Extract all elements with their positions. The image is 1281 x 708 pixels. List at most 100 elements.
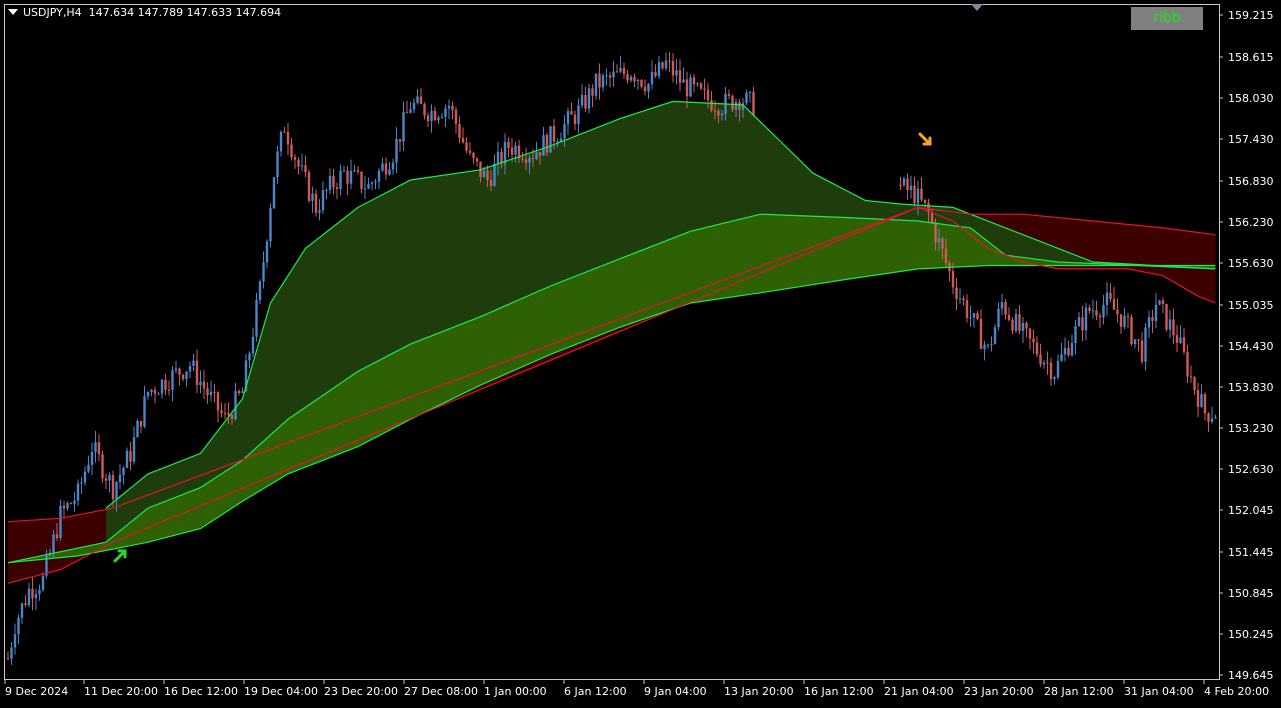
candle-body [647, 84, 650, 92]
candle-body [682, 79, 685, 83]
candle-body [321, 190, 325, 211]
candle-body [1112, 299, 1116, 310]
candle-body [255, 300, 258, 337]
candle-body [633, 76, 636, 82]
candle-body [713, 110, 717, 112]
candle-body [465, 142, 468, 151]
candle-body [1074, 326, 1077, 343]
candle-body [514, 145, 517, 155]
candle-body [353, 170, 356, 172]
candle-body [587, 88, 591, 109]
y-tick-label: 158.030 [1228, 92, 1274, 105]
x-tick-label: 11 Dec 20:00 [84, 685, 158, 698]
candle-body [62, 505, 66, 509]
candle-body [608, 75, 612, 78]
candle-body [367, 184, 370, 189]
candle-body [1021, 322, 1025, 331]
x-tick-label: 9 Jan 04:00 [644, 685, 707, 698]
y-axis: 159.215 158.615 158.030 157.430 156.830 156.2… [1219, 9, 1274, 682]
candle-body [909, 185, 913, 191]
candle-body [503, 141, 507, 164]
x-axis: 9 Dec 2024 11 Dec 20:00 16 Dec 12:00 19 Dec… [4, 679, 1269, 698]
y-tick-label: 150.245 [1228, 628, 1274, 641]
x-tick-label: 21 Jan 04:00 [884, 685, 954, 698]
candle-body [1186, 351, 1189, 377]
y-tick-label: 158.615 [1228, 51, 1274, 64]
candle-body [272, 177, 276, 209]
candle-body [1203, 394, 1207, 414]
candle-body [419, 96, 423, 104]
candle-body [944, 248, 948, 263]
candle-body [153, 389, 157, 394]
candle-body [1018, 313, 1021, 331]
sell-arrow-icon [918, 132, 932, 146]
x-tick-label: 4 Feb 20:00 [1204, 685, 1269, 698]
candle-body [276, 151, 279, 178]
candle-body [1109, 292, 1112, 300]
candle-body [286, 131, 290, 145]
dropdown-triangle-icon[interactable] [8, 9, 18, 15]
y-tick-label: 150.845 [1228, 587, 1274, 600]
candle-body [507, 141, 510, 148]
candle-body [38, 589, 41, 595]
candle-body [1025, 322, 1028, 329]
candle-body [101, 454, 104, 479]
candle-body [1011, 319, 1014, 331]
candle-body [258, 281, 262, 301]
candle-body [703, 88, 706, 90]
candle-body [150, 389, 153, 393]
candle-body [416, 96, 419, 103]
candle-body [657, 62, 661, 77]
candle-body [731, 95, 734, 110]
candle-body [440, 116, 444, 118]
price-chart[interactable]: 159.215 158.615 158.030 157.430 156.830 156.2… [0, 0, 1281, 708]
candle-body [1081, 317, 1084, 331]
candle-body [678, 70, 682, 83]
candle-body [951, 271, 955, 288]
candle-body [237, 391, 241, 394]
candle-body [976, 313, 979, 320]
candle-body [542, 135, 545, 156]
candle-body [738, 101, 741, 110]
candle-body [958, 298, 962, 300]
candle-body [111, 475, 115, 500]
candle-body [1175, 335, 1179, 343]
y-tick-label: 153.830 [1228, 381, 1274, 394]
candle-body [195, 360, 199, 386]
candle-body [752, 91, 755, 116]
y-tick-label: 151.445 [1228, 546, 1274, 559]
candle-body [31, 588, 34, 599]
candle-body [664, 60, 668, 69]
candle-body [563, 123, 566, 139]
candle-body [475, 158, 479, 162]
candle-body [10, 647, 13, 659]
candle-body [472, 152, 475, 159]
candle-body [423, 103, 426, 116]
candle-body [437, 117, 440, 121]
candle-body [395, 139, 398, 163]
candle-body [318, 210, 321, 213]
candle-body [920, 188, 923, 200]
candle-body [122, 467, 125, 475]
candle-body [955, 287, 958, 299]
candle-body [1193, 377, 1196, 391]
x-tick-label: 31 Jan 04:00 [1124, 685, 1194, 698]
candle-body [83, 471, 87, 483]
candle-body [307, 172, 311, 201]
x-tick-label: 27 Dec 08:00 [404, 685, 478, 698]
candle-body [199, 381, 202, 386]
candle-body [293, 157, 297, 160]
candle-body [447, 105, 451, 109]
candle-body [937, 238, 941, 243]
candle-body [1000, 302, 1004, 309]
candle-body [1158, 300, 1161, 305]
candle-body [524, 159, 528, 163]
x-tick-label: 28 Jan 12:00 [1044, 685, 1114, 698]
ribbon-toggle-button[interactable]: ribb [1131, 7, 1203, 30]
candle-body [671, 61, 675, 76]
candle-body [1165, 303, 1168, 330]
candle-body [549, 126, 552, 153]
scroll-marker-icon[interactable] [971, 4, 983, 11]
candle-body [1105, 292, 1109, 305]
candle-body [1032, 338, 1035, 343]
